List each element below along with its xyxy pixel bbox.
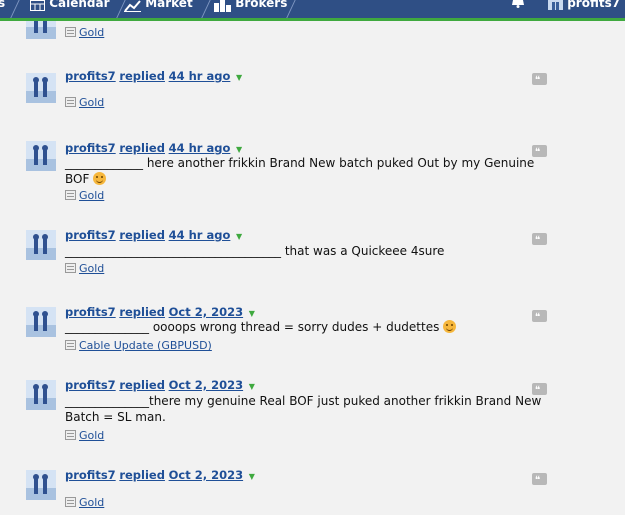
- svg-text:❝: ❝: [535, 475, 540, 485]
- post-action[interactable]: replied: [119, 305, 165, 319]
- avatar[interactable]: [26, 380, 56, 410]
- avatar[interactable]: [26, 307, 56, 337]
- post-message: ____________________________________ tha…: [65, 244, 445, 258]
- nav-tab-calendar[interactable]: Calendar: [30, 0, 110, 18]
- post-header[interactable]: profits7 replied 44 hr ago ▼: [65, 228, 242, 242]
- post-author[interactable]: profits7: [65, 378, 116, 392]
- post-action[interactable]: replied: [119, 378, 165, 392]
- post-header[interactable]: profits7 replied Oct 2, 2023 ▼: [65, 378, 255, 392]
- post-header[interactable]: profits7 replied Oct 2, 2023 ▼: [65, 305, 255, 319]
- post-header[interactable]: profits7 replied Oct 2, 2023 ▼: [65, 468, 255, 482]
- post-time[interactable]: Oct 2, 2023: [169, 378, 243, 392]
- nav-tab-market[interactable]: Market: [124, 0, 193, 18]
- top-nav-bar: s Calendar Market Brokers profits7: [0, 0, 625, 21]
- nav-tab-brokers[interactable]: Brokers: [214, 0, 287, 18]
- nav-divider: [8, 0, 21, 18]
- post-message: ______________ oooops wrong thread = sor…: [65, 319, 545, 335]
- caret-down-icon[interactable]: ▼: [249, 472, 255, 481]
- activity-feed: Gold profits7 replied 44 hr ago ▼ ❝ Gold…: [0, 21, 625, 515]
- post-header[interactable]: profits7 replied 44 hr ago ▼: [65, 69, 242, 83]
- thread-link[interactable]: Gold: [65, 96, 104, 109]
- post-action[interactable]: replied: [119, 141, 165, 155]
- document-icon: [65, 97, 76, 107]
- caret-down-icon[interactable]: ▼: [249, 382, 255, 391]
- post-author[interactable]: profits7: [65, 305, 116, 319]
- thread-link[interactable]: Gold: [65, 496, 104, 509]
- caret-down-icon[interactable]: ▼: [236, 73, 242, 82]
- document-icon: [65, 340, 76, 350]
- post-message: _____________ here another frikkin Brand…: [65, 156, 535, 186]
- post-author[interactable]: profits7: [65, 69, 116, 83]
- document-icon: [65, 430, 76, 440]
- document-icon: [65, 190, 76, 200]
- avatar-icon: [548, 0, 563, 10]
- post-message: ______________there my genuine Real BOF …: [65, 394, 542, 424]
- caret-down-icon[interactable]: ▼: [249, 309, 255, 318]
- quote-icon[interactable]: ❝: [532, 473, 547, 485]
- post-action[interactable]: replied: [119, 468, 165, 482]
- post-time[interactable]: 44 hr ago: [169, 228, 231, 242]
- avatar[interactable]: [26, 230, 56, 260]
- post-time[interactable]: 44 hr ago: [169, 69, 231, 83]
- avatar[interactable]: [26, 141, 56, 171]
- document-icon: [65, 497, 76, 507]
- document-icon: [65, 263, 76, 273]
- smiley-icon: [443, 320, 457, 333]
- avatar[interactable]: [26, 21, 56, 39]
- post-author[interactable]: profits7: [65, 228, 116, 242]
- avatar[interactable]: [26, 470, 56, 500]
- bell-icon[interactable]: [512, 0, 524, 8]
- caret-down-icon[interactable]: ▼: [236, 232, 242, 241]
- quote-icon[interactable]: ❝: [532, 73, 547, 85]
- thread-link[interactable]: Gold: [65, 262, 104, 275]
- nav-divider: [199, 0, 212, 18]
- post-author[interactable]: profits7: [65, 468, 116, 482]
- avatar[interactable]: [26, 73, 56, 103]
- user-menu[interactable]: profits7: [548, 0, 620, 18]
- brokers-icon: [214, 0, 231, 12]
- thread-link[interactable]: Gold: [65, 429, 104, 442]
- document-icon: [65, 27, 76, 37]
- post-action[interactable]: replied: [119, 69, 165, 83]
- post-action[interactable]: replied: [119, 228, 165, 242]
- post-time[interactable]: 44 hr ago: [169, 141, 231, 155]
- post-author[interactable]: profits7: [65, 141, 116, 155]
- post-time[interactable]: Oct 2, 2023: [169, 305, 243, 319]
- caret-down-icon[interactable]: ▼: [236, 145, 242, 154]
- thread-link[interactable]: Gold: [65, 26, 104, 39]
- post-header[interactable]: profits7 replied 44 hr ago ▼: [65, 141, 242, 155]
- smiley-icon: [93, 172, 107, 185]
- nav-tab-partial[interactable]: s: [0, 0, 5, 18]
- thread-link[interactable]: Gold: [65, 189, 104, 202]
- calendar-icon: [30, 0, 45, 11]
- thread-link[interactable]: Cable Update (GBPUSD): [65, 339, 212, 352]
- post-time[interactable]: Oct 2, 2023: [169, 468, 243, 482]
- chart-icon: [124, 0, 141, 12]
- svg-text:❝: ❝: [535, 75, 540, 85]
